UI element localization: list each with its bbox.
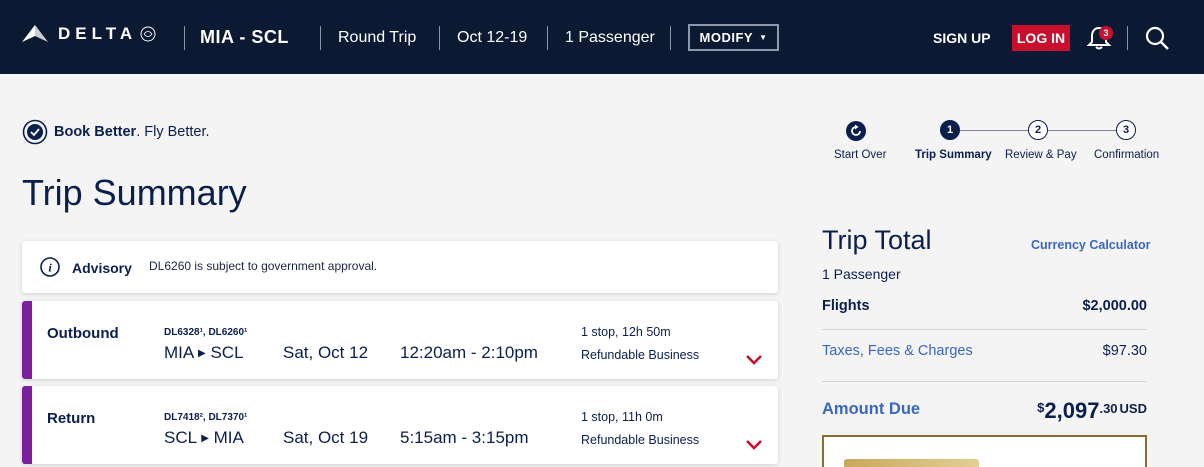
- notification-badge: 3: [1099, 26, 1113, 40]
- header-divider: [670, 26, 671, 50]
- top-nav-bar: DELTA MIA - SCL Round Trip Oct 12-19 1 P…: [0, 0, 1204, 74]
- flight-numbers: DL6328¹, DL6260¹: [164, 327, 248, 338]
- flight-direction: Outbound: [47, 325, 119, 342]
- flight-route: MIA ▶ SCL: [164, 343, 244, 363]
- amount-due-label: Amount Due: [822, 400, 921, 418]
- trip-type: Round Trip: [338, 29, 417, 46]
- origin-code: SCL: [164, 428, 197, 447]
- divider: [822, 329, 1147, 330]
- flight-cabin: Refundable Business: [581, 433, 700, 447]
- chevron-down-icon[interactable]: [744, 438, 764, 452]
- header-divider: [547, 26, 548, 50]
- step-2-label: Review & Pay: [1005, 149, 1077, 161]
- delta-logo[interactable]: DELTA: [22, 24, 157, 44]
- skyteam-seal-icon: [140, 26, 156, 42]
- sign-up-link[interactable]: SIGN UP: [933, 30, 991, 46]
- flight-numbers: DL7418², DL7370¹: [164, 412, 248, 423]
- search-icon[interactable]: [1143, 24, 1171, 52]
- step-3-indicator: 3: [1116, 120, 1136, 140]
- cabin-color-bar: [22, 386, 32, 464]
- flight-time: 5:15am - 3:15pm: [400, 428, 529, 447]
- cabin-color-bar: [22, 301, 32, 379]
- trip-total-title: Trip Total: [822, 225, 932, 255]
- log-in-button[interactable]: LOG IN: [1012, 25, 1070, 51]
- amex-card-image: [844, 459, 979, 467]
- modify-button[interactable]: MODIFY ▼: [688, 24, 779, 51]
- start-over-icon[interactable]: [845, 120, 867, 142]
- route-arrow-icon: ▶: [201, 433, 209, 444]
- destination-code: SCL: [210, 343, 244, 362]
- flight-cabin: Refundable Business: [581, 348, 700, 362]
- flight-time: 12:20am - 2:10pm: [400, 343, 538, 362]
- flight-route: SCL ▶ MIA: [164, 428, 244, 448]
- currency-calculator-link[interactable]: Currency Calculator: [1031, 238, 1150, 252]
- page-title: Trip Summary: [22, 172, 247, 213]
- return-flight-card[interactable]: Return DL7418², DL7370¹ SCL ▶ MIA Sat, O…: [22, 386, 778, 464]
- flights-label: Flights: [822, 298, 870, 314]
- flight-date: Sat, Oct 12: [283, 343, 369, 362]
- info-icon: i: [40, 257, 60, 277]
- destination-code: MIA: [213, 428, 244, 447]
- tagline-rest: . Fly Better.: [136, 124, 210, 140]
- header-divider: [439, 26, 440, 50]
- advisory-label: Advisory: [72, 260, 132, 276]
- step-2-indicator: 2: [1028, 120, 1048, 140]
- route-arrow-icon: ▶: [198, 348, 206, 359]
- amount-due-whole: 2,097: [1044, 398, 1100, 423]
- advisory-text: DL6260 is subject to government approval…: [149, 259, 378, 273]
- header-divider: [184, 26, 185, 50]
- trip-route: MIA - SCL: [200, 27, 289, 47]
- header-divider: [320, 26, 321, 50]
- passenger-count: 1 Passenger: [565, 29, 655, 46]
- stepper-connector: [1048, 130, 1116, 131]
- caret-down-icon: ▼: [759, 33, 768, 42]
- step-3-label: Confirmation: [1094, 149, 1160, 161]
- amount-due-currency: USD: [1119, 401, 1147, 416]
- flight-stops: 1 stop, 12h 50m: [581, 325, 671, 339]
- origin-code: MIA: [164, 343, 194, 362]
- taxes-fees-link[interactable]: Taxes, Fees & Charges: [822, 343, 973, 359]
- badge-check-icon: [22, 119, 48, 145]
- trip-dates: Oct 12-19: [457, 29, 528, 46]
- book-better-tagline: Book Better. Fly Better.: [22, 119, 210, 145]
- flight-date: Sat, Oct 19: [283, 428, 369, 447]
- trip-total-passengers: 1 Passenger: [822, 266, 901, 282]
- flight-direction: Return: [47, 410, 96, 427]
- advisory-card: i Advisory DL6260 is subject to governme…: [22, 241, 778, 293]
- flight-stops: 1 stop, 11h 0m: [581, 410, 663, 424]
- flights-value: $2,000.00: [1082, 298, 1147, 314]
- taxes-value: $97.30: [1102, 343, 1147, 359]
- modify-label: MODIFY: [699, 30, 754, 45]
- tagline-bold: Book Better: [54, 124, 137, 140]
- amount-due-cents: .30: [1099, 401, 1118, 416]
- outbound-flight-card[interactable]: Outbound DL6328¹, DL6260¹ MIA ▶ SCL Sat,…: [22, 301, 778, 379]
- start-over-link[interactable]: Start Over: [834, 149, 886, 161]
- credit-card-promo[interactable]: [822, 435, 1147, 467]
- step-1-indicator: 1: [940, 120, 960, 140]
- amount-due-value: $2,097.30 USD: [1037, 398, 1147, 424]
- header-divider: [1127, 26, 1128, 50]
- step-1-label: Trip Summary: [915, 149, 992, 161]
- svg-text:i: i: [48, 261, 52, 275]
- delta-widget-icon: [22, 25, 48, 42]
- divider: [822, 381, 1147, 382]
- chevron-down-icon[interactable]: [744, 353, 764, 367]
- brand-wordmark: DELTA: [58, 24, 138, 43]
- stepper-connector: [960, 130, 1028, 131]
